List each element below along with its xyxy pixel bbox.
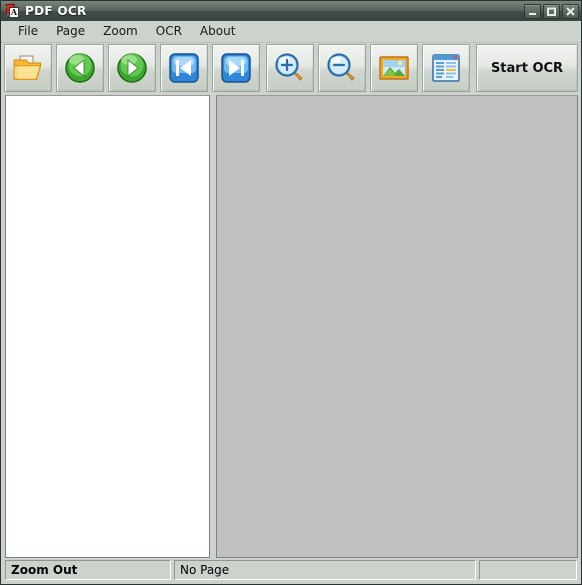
thumbnail-pane[interactable]	[5, 95, 210, 558]
menu-item-zoom[interactable]: Zoom	[94, 22, 147, 41]
content-area	[1, 95, 581, 558]
maximize-icon	[547, 7, 556, 16]
window-title: PDF OCR	[25, 4, 87, 18]
zoom-in-button[interactable]	[266, 44, 314, 92]
last-page-button[interactable]	[212, 44, 260, 92]
menu-item-page[interactable]: Page	[47, 22, 94, 41]
start-ocr-label: Start OCR	[490, 60, 564, 76]
magnifier-plus-icon	[275, 53, 303, 81]
status-page: No Page	[174, 560, 476, 580]
previous-page-button[interactable]	[56, 44, 104, 92]
pdf-ocr-app-icon: A	[3, 2, 20, 19]
picture-icon	[379, 56, 409, 80]
fit-image-button[interactable]	[370, 44, 418, 92]
app-icon-letter: A	[9, 6, 19, 18]
magnifier-minus-icon	[327, 53, 355, 81]
minimize-button[interactable]	[524, 3, 541, 19]
green-right-arrow-icon	[117, 53, 147, 83]
open-file-button[interactable]	[4, 44, 52, 92]
menu-item-about[interactable]: About	[191, 22, 244, 41]
document-text-icon	[432, 54, 460, 82]
menu-item-file[interactable]: File	[9, 22, 47, 41]
status-bar: Zoom Out No Page	[1, 558, 581, 584]
maximize-button[interactable]	[543, 3, 560, 19]
menu-item-ocr[interactable]: OCR	[147, 22, 191, 41]
menu-bar: File Page Zoom OCR About	[1, 21, 581, 43]
blue-first-page-icon	[169, 53, 199, 83]
page-preview-pane[interactable]	[216, 95, 578, 558]
zoom-out-button[interactable]	[318, 44, 366, 92]
toolbar: Start OCR	[1, 43, 581, 95]
blue-last-page-icon	[221, 53, 251, 83]
app-window: A PDF OCR File Page Zoom OCR About Start…	[0, 0, 582, 585]
minimize-icon	[529, 12, 536, 15]
title-bar[interactable]: A PDF OCR	[1, 1, 581, 21]
open-folder-icon	[13, 55, 41, 80]
green-left-arrow-icon	[65, 53, 95, 83]
first-page-button[interactable]	[160, 44, 208, 92]
start-ocr-button[interactable]: Start OCR	[476, 44, 578, 92]
close-button[interactable]	[562, 3, 579, 19]
close-icon	[566, 6, 575, 16]
window-controls	[524, 3, 579, 19]
status-extra	[479, 560, 577, 580]
status-action: Zoom Out	[5, 560, 171, 580]
next-page-button[interactable]	[108, 44, 156, 92]
fit-text-button[interactable]	[422, 44, 470, 92]
